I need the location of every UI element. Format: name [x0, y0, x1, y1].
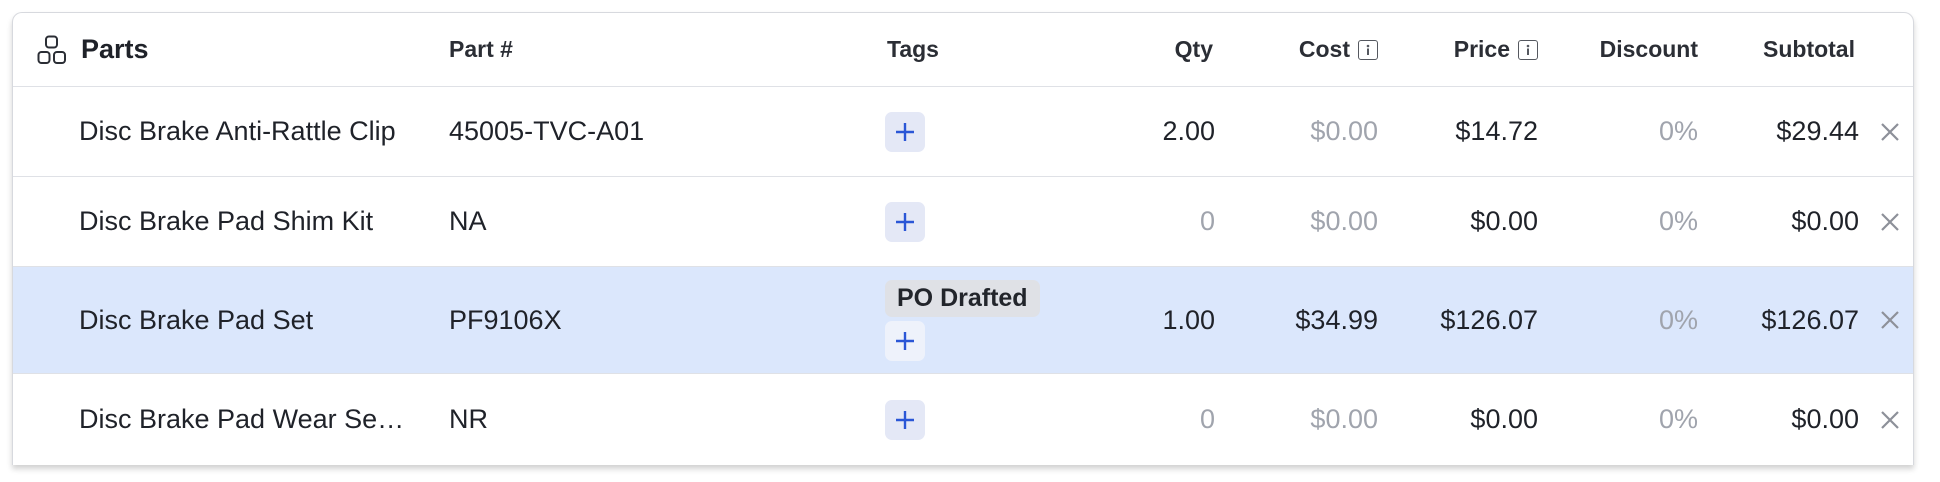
discount-value[interactable]: 0% — [1573, 177, 1698, 266]
qty-value[interactable]: 0 — [1103, 374, 1215, 465]
column-header-discount: Discount — [1599, 36, 1698, 62]
table-row[interactable]: Disc Brake Anti-Rattle Clip 45005-TVC-A0… — [13, 87, 1913, 177]
part-number: 45005-TVC-A01 — [449, 116, 645, 146]
column-header-tags: Tags — [887, 36, 939, 62]
price-header-label: Price — [1453, 36, 1510, 62]
parts-header: Parts — [37, 13, 382, 86]
section-title: Parts — [81, 34, 149, 64]
subtotal-value: $0.00 — [1791, 404, 1859, 434]
remove-row-button[interactable] — [1875, 177, 1905, 266]
price-value[interactable]: $126.07 — [1398, 267, 1538, 373]
close-icon — [1879, 309, 1901, 331]
plus-icon — [896, 122, 914, 141]
price-value[interactable]: $0.00 — [1398, 177, 1538, 266]
qty-value[interactable]: 2.00 — [1103, 87, 1215, 176]
remove-row-button[interactable] — [1875, 374, 1905, 465]
plus-icon — [896, 331, 914, 350]
price-value[interactable]: $14.72 — [1398, 87, 1538, 176]
table-row-selected[interactable]: Disc Brake Pad Set PF9106X PO Drafted 1.… — [13, 267, 1913, 374]
remove-row-button[interactable] — [1875, 267, 1905, 373]
part-name[interactable]: Disc Brake Pad Shim Kit — [79, 177, 424, 266]
price-info-icon[interactable] — [1518, 39, 1538, 60]
part-number: NR — [449, 404, 488, 434]
column-header-price: Price — [1398, 13, 1538, 86]
part-number: NA — [449, 206, 487, 236]
cost-value[interactable]: $0.00 — [1243, 177, 1378, 266]
part-name[interactable]: Disc Brake Anti-Rattle Clip — [79, 87, 424, 176]
part-name[interactable]: Disc Brake Pad Wear Sen… — [79, 374, 424, 465]
cost-header-label: Cost — [1298, 36, 1350, 62]
subtotal-value: $126.07 — [1761, 304, 1859, 335]
table-row[interactable]: Disc Brake Pad Shim Kit NA 0 $0.00 $0.00… — [13, 177, 1913, 267]
add-tag-button[interactable] — [885, 320, 925, 361]
cost-value[interactable]: $0.00 — [1243, 374, 1378, 465]
close-icon — [1879, 211, 1901, 233]
price-value[interactable]: $0.00 — [1398, 374, 1538, 465]
tags-cell — [885, 87, 1105, 176]
column-header-cost: Cost — [1243, 13, 1378, 86]
tag-chip[interactable]: PO Drafted — [885, 279, 1040, 317]
parts-table: Parts Part # Tags Qty Cost Price Discoun… — [12, 12, 1914, 465]
close-icon — [1879, 121, 1901, 143]
table-row[interactable]: Disc Brake Pad Wear Sen… NR 0 $0.00 $0.0… — [13, 374, 1913, 465]
part-name-text: Disc Brake Pad Wear Sen… — [79, 404, 409, 434]
tags-cell — [885, 177, 1105, 266]
discount-value[interactable]: 0% — [1573, 374, 1698, 465]
parts-icon — [37, 35, 67, 65]
plus-icon — [896, 212, 914, 231]
tags-cell — [885, 374, 1105, 465]
subtotal-value: $29.44 — [1776, 116, 1859, 146]
add-tag-button[interactable] — [885, 201, 925, 242]
add-tag-button[interactable] — [885, 399, 925, 440]
close-icon — [1879, 409, 1901, 431]
add-tag-button[interactable] — [885, 111, 925, 152]
cost-value[interactable]: $34.99 — [1243, 267, 1378, 373]
cost-info-icon[interactable] — [1358, 39, 1378, 60]
discount-value[interactable]: 0% — [1573, 267, 1698, 373]
column-header-qty: Qty — [1174, 36, 1213, 62]
cost-value[interactable]: $0.00 — [1243, 87, 1378, 176]
plus-icon — [896, 410, 914, 429]
discount-value[interactable]: 0% — [1573, 87, 1698, 176]
qty-value[interactable]: 1.00 — [1103, 267, 1215, 373]
table-header: Parts Part # Tags Qty Cost Price Discoun… — [13, 13, 1913, 87]
part-number: PF9106X — [449, 304, 562, 335]
qty-value[interactable]: 0 — [1103, 177, 1215, 266]
tags-cell: PO Drafted — [885, 267, 1105, 373]
part-name[interactable]: Disc Brake Pad Set — [79, 267, 424, 373]
column-header-part-number: Part # — [449, 36, 513, 62]
remove-row-button[interactable] — [1875, 87, 1905, 176]
column-header-subtotal: Subtotal — [1763, 36, 1855, 62]
subtotal-value: $0.00 — [1791, 206, 1859, 236]
